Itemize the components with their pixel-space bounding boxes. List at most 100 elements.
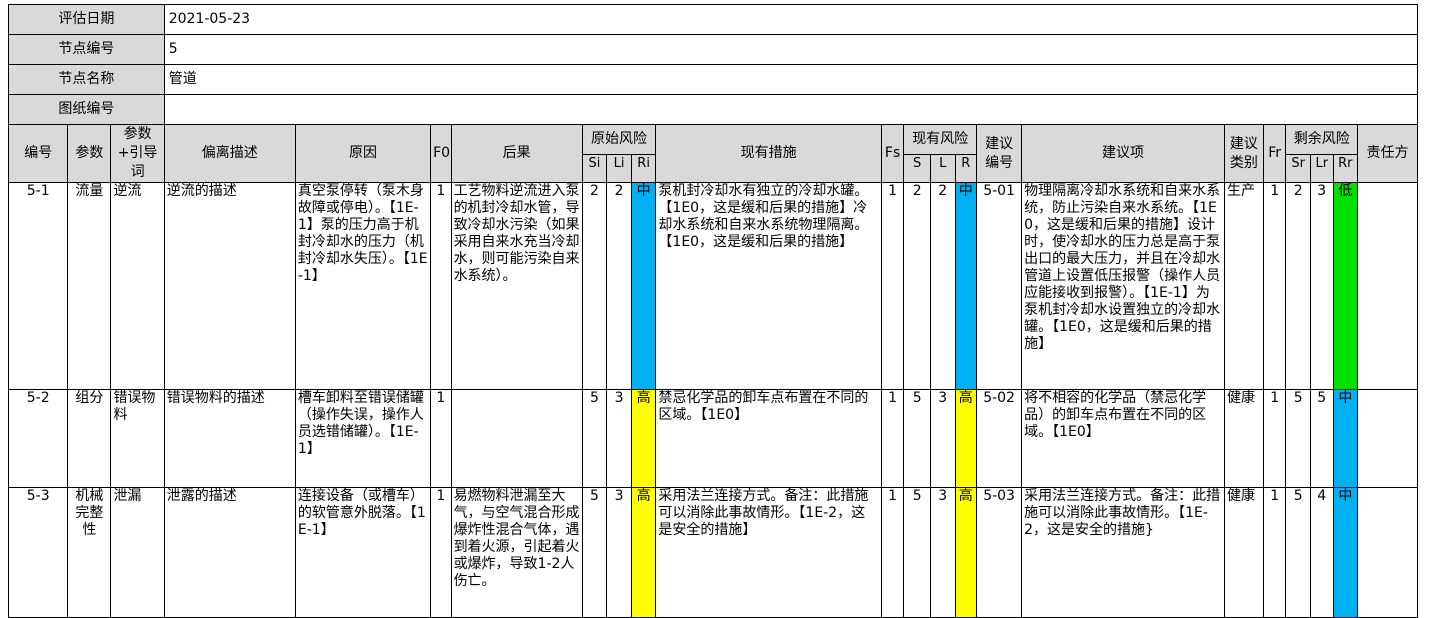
- date-value[interactable]: 2021-05-23: [163, 4, 1419, 35]
- col-header-residual-risk: 剩余风险: [1285, 123, 1359, 156]
- row-s[interactable]: 5: [903, 389, 931, 488]
- header-row: 编号 参数 参数+引导词 偏离描述 原因 F0 后果 原始风险 现有措施 Fs …: [7, 123, 1418, 183]
- drawing-value[interactable]: [163, 94, 1419, 125]
- row-fr[interactable]: 1: [1262, 182, 1287, 390]
- row-cause[interactable]: 真空泵停转（泵木身故障或停电）。【1E-1】泵的压力高于机封冷却水的压力（机封冷…: [294, 182, 432, 390]
- row-no[interactable]: 5-1: [7, 182, 69, 390]
- row-r[interactable]: 高: [954, 487, 978, 618]
- row-rec-no[interactable]: 5-03: [976, 487, 1023, 618]
- row-rec-type[interactable]: 生产: [1223, 182, 1264, 390]
- row-lr[interactable]: 5: [1310, 389, 1334, 488]
- row-l[interactable]: 2: [929, 182, 956, 390]
- col-header-param: 参数: [67, 124, 112, 183]
- row-f0[interactable]: 1: [430, 182, 452, 390]
- row-rr[interactable]: 中: [1332, 487, 1359, 618]
- row-l[interactable]: 3: [929, 487, 956, 618]
- row-no[interactable]: 5-2: [7, 389, 69, 488]
- row-guide[interactable]: 泄漏: [110, 487, 165, 618]
- info-row-node-name: 节点名称 管道: [8, 64, 1419, 95]
- row-guide[interactable]: 错误物料: [110, 389, 165, 488]
- row-fs[interactable]: 1: [880, 182, 905, 390]
- row-param[interactable]: 机械完整性: [67, 487, 112, 618]
- row-owner[interactable]: [1357, 389, 1418, 488]
- row-owner[interactable]: [1357, 182, 1418, 390]
- row-f0[interactable]: 1: [430, 389, 452, 488]
- col-header-rec-type: 建议类别: [1223, 124, 1264, 183]
- col-header-measures: 现有措施: [655, 124, 882, 183]
- col-header-fr: Fr: [1262, 124, 1287, 183]
- node-name-value[interactable]: 管道: [163, 64, 1419, 95]
- row-consequence[interactable]: 工艺物料逆流进入泵的机封冷却水管，导致冷却水污染（如果采用自来水充当冷却水，则可…: [450, 182, 583, 390]
- col-header-current-risk: 现有风险: [903, 123, 978, 156]
- row-sr[interactable]: 5: [1285, 389, 1311, 488]
- row-deviation[interactable]: 逆流的描述: [163, 182, 296, 390]
- row-fs[interactable]: 1: [880, 389, 905, 488]
- row-no[interactable]: 5-3: [7, 487, 69, 618]
- row-rec-no[interactable]: 5-01: [976, 182, 1023, 390]
- row-rr[interactable]: 低: [1332, 182, 1359, 390]
- row-param[interactable]: 流量: [67, 182, 112, 390]
- row-rec-type[interactable]: 健康: [1223, 487, 1264, 618]
- row-guide[interactable]: 逆流: [110, 182, 165, 390]
- row-consequence[interactable]: [450, 389, 583, 488]
- row-rec-type[interactable]: 健康: [1223, 389, 1264, 488]
- row-measures[interactable]: 采用法兰连接方式。备注：此措施可以消除此事故情形。【1E-2，这是安全的措施】: [655, 487, 882, 618]
- row-rr[interactable]: 中: [1332, 389, 1359, 488]
- info-row-drawing: 图纸编号: [8, 94, 1419, 125]
- date-label: 评估日期: [8, 4, 165, 35]
- col-header-li: Li: [606, 154, 632, 183]
- row-consequence[interactable]: 易燃物料泄漏至大气，与空气混合形成爆炸性混合气体，遇到着火源，引起着火或爆炸，导…: [450, 487, 583, 618]
- col-header-f0: F0: [430, 124, 452, 183]
- row-cause[interactable]: 槽车卸料至错误储罐（操作失误，操作人员选错储罐）。【1E-1】: [294, 389, 432, 488]
- row-si[interactable]: 5: [581, 389, 608, 488]
- row-lr[interactable]: 3: [1310, 182, 1334, 390]
- row-owner[interactable]: [1357, 487, 1418, 618]
- row-lr[interactable]: 4: [1310, 487, 1334, 618]
- row-s[interactable]: 5: [903, 487, 931, 618]
- row-r[interactable]: 高: [954, 389, 978, 488]
- col-header-original-risk: 原始风险: [581, 123, 657, 156]
- row-si[interactable]: 2: [581, 182, 608, 390]
- col-header-recommendation: 建议项: [1021, 124, 1225, 183]
- row-li[interactable]: 2: [606, 182, 632, 390]
- row-fr[interactable]: 1: [1262, 389, 1287, 488]
- info-row-node-no: 节点编号 5: [8, 34, 1419, 65]
- row-param[interactable]: 组分: [67, 389, 112, 488]
- hazop-worksheet: 评估日期 2021-05-23 节点编号 5 节点名称 管道 图纸编号 编号 参…: [7, 4, 1419, 618]
- col-header-deviation: 偏离描述: [163, 124, 296, 183]
- col-header-si: Si: [581, 154, 608, 183]
- row-deviation[interactable]: 泄露的描述: [163, 487, 296, 618]
- info-row-date: 评估日期 2021-05-23: [8, 4, 1419, 35]
- row-ri[interactable]: 高: [630, 487, 657, 618]
- row-li[interactable]: 3: [606, 389, 632, 488]
- row-measures[interactable]: 泵机封冷却水有独立的冷却水罐。【1E0，这是缓和后果的措施】冷却水系统和自来水系…: [655, 182, 882, 390]
- node-no-value[interactable]: 5: [163, 34, 1419, 65]
- row-sr[interactable]: 5: [1285, 487, 1311, 618]
- row-ri[interactable]: 高: [630, 389, 657, 488]
- row-fs[interactable]: 1: [880, 487, 905, 618]
- col-header-rr: Rr: [1332, 154, 1359, 183]
- row-s[interactable]: 2: [903, 182, 931, 390]
- row-fr[interactable]: 1: [1262, 487, 1287, 618]
- row-cause[interactable]: 连接设备（或槽车）的软管意外脱落。【1E-1】: [294, 487, 432, 618]
- row-f0[interactable]: 1: [430, 487, 452, 618]
- row-recommendation[interactable]: 物理隔离冷却水系统和自来水系统，防止污染自来水系统。【1E0，这是缓和后果的措施…: [1021, 182, 1225, 390]
- col-header-rec-no: 建议编号: [976, 124, 1023, 183]
- row-li[interactable]: 3: [606, 487, 632, 618]
- col-header-ri: Ri: [630, 154, 657, 183]
- row-measures[interactable]: 禁忌化学品的卸车点布置在不同的区域。【1E0】: [655, 389, 882, 488]
- row-l[interactable]: 3: [929, 389, 956, 488]
- row-ri[interactable]: 中: [630, 182, 657, 390]
- col-header-l: L: [929, 154, 956, 183]
- row-deviation[interactable]: 错误物料的描述: [163, 389, 296, 488]
- table-row: 5-3 机械完整性 泄漏 泄露的描述 连接设备（或槽车）的软管意外脱落。【1E-…: [7, 487, 1418, 618]
- row-si[interactable]: 5: [581, 487, 608, 618]
- row-r[interactable]: 中: [954, 182, 978, 390]
- col-header-no: 编号: [7, 124, 69, 183]
- row-recommendation[interactable]: 采用法兰连接方式。备注：此措施可以消除此事故情形。【1E-2，这是安全的措施}: [1021, 487, 1225, 618]
- node-name-label: 节点名称: [8, 64, 165, 95]
- row-recommendation[interactable]: 将不相容的化学品（禁忌化学品）的卸车点布置在不同的区域。【1E0】: [1021, 389, 1225, 488]
- col-header-owner: 责任方: [1357, 124, 1418, 183]
- row-sr[interactable]: 2: [1285, 182, 1311, 390]
- row-rec-no[interactable]: 5-02: [976, 389, 1023, 488]
